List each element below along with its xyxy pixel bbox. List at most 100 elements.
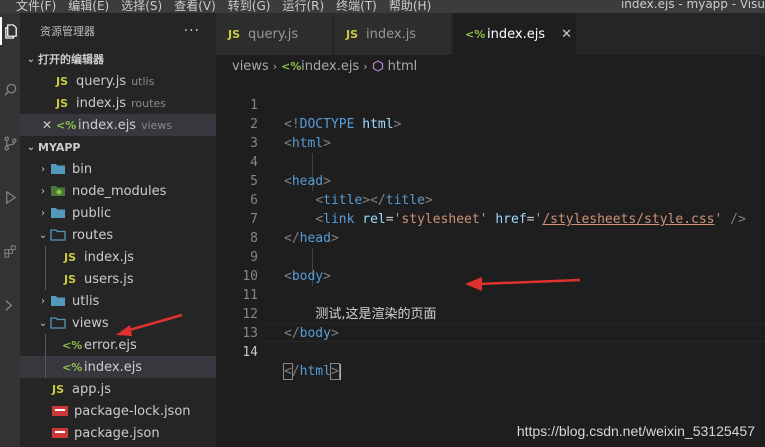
menu-run[interactable]: 运行(R): [282, 0, 324, 13]
breadcrumb: views › <% index.ejs › html: [216, 55, 765, 77]
open-editors-title: 打开的编辑器: [38, 53, 104, 66]
tree-file-active[interactable]: <% index.ejs: [20, 356, 216, 378]
tree-file[interactable]: JS users.js: [20, 268, 216, 290]
open-editor-folder: routes: [131, 96, 166, 110]
code-line: 2 <html>: [216, 96, 765, 151]
menu-terminal[interactable]: 终端(T): [336, 0, 377, 13]
tree-item-label: routes: [72, 227, 114, 243]
tree-item-label: index.js: [84, 249, 135, 265]
chevron-right-icon: ›: [41, 295, 45, 307]
search-icon[interactable]: [0, 75, 20, 103]
chevron-right-icon: ›: [41, 163, 45, 175]
menu-help[interactable]: 帮助(H): [389, 0, 431, 13]
menu-go[interactable]: 转到(G): [228, 0, 271, 13]
breadcrumb-folder[interactable]: views: [232, 59, 269, 74]
npm-icon: [52, 406, 68, 416]
open-editor-item[interactable]: JS query.js utlis: [20, 70, 216, 92]
tree-item-label: utlis: [72, 293, 100, 309]
tree-folder[interactable]: › node_modules: [20, 180, 216, 202]
menu-selection[interactable]: 选择(S): [121, 0, 162, 13]
tree-item-label: node_modules: [72, 183, 167, 199]
tree-folder[interactable]: › bin: [20, 158, 216, 180]
js-file-icon: JS: [64, 272, 77, 286]
remote-explorer-icon[interactable]: [0, 291, 20, 319]
explorer-icon[interactable]: [0, 17, 20, 45]
code-line: 4 <head>: [216, 134, 765, 189]
chevron-right-icon: ›: [363, 59, 368, 73]
chevron-right-icon: ›: [272, 59, 278, 73]
project-header[interactable]: ⌄ MYAPP: [20, 136, 216, 158]
tab-index-js[interactable]: JS index.js: [334, 13, 452, 55]
code-line: 8: [216, 210, 765, 246]
js-file-icon: JS: [52, 382, 65, 396]
extensions-icon[interactable]: [0, 237, 20, 265]
explorer-title: 资源管理器: [40, 24, 95, 38]
code-line: 7 </head>: [216, 191, 765, 246]
ejs-file-icon: <%: [62, 338, 83, 352]
tree-item-label: views: [72, 315, 109, 331]
tree-file[interactable]: JS index.js: [20, 246, 216, 268]
open-editors-header[interactable]: ⌄ 打开的编辑器: [20, 48, 216, 70]
tab-label: query.js: [248, 26, 299, 42]
tree-item-label: public: [72, 205, 112, 221]
menu-file[interactable]: 文件(F): [16, 0, 56, 13]
close-icon[interactable]: ✕: [40, 118, 54, 132]
code-line: 10: [216, 248, 765, 284]
run-debug-icon[interactable]: [0, 183, 20, 211]
open-editor-item[interactable]: JS index.js routes: [20, 92, 216, 114]
line-number: 14: [242, 345, 258, 360]
text-cursor: [338, 363, 341, 380]
code-line-current: 14 </html>: [216, 324, 765, 380]
window-title: index.ejs - myapp - Visu: [620, 0, 765, 11]
editor-tab-bar: JS query.js JS index.js <% index.ejs ✕: [216, 13, 765, 55]
annotation-arrow-views: [116, 313, 183, 336]
tree-folder-open[interactable]: ⌄ routes: [20, 224, 216, 246]
breadcrumb-file[interactable]: index.ejs: [301, 59, 359, 74]
folder-icon: [51, 208, 65, 218]
code-line: 1 <!DOCTYPE html>: [216, 77, 765, 132]
code-line: 3: [216, 115, 765, 151]
code-line: 5 <title></title>: [216, 153, 765, 208]
explorer-sidebar: 资源管理器 ··· ⌄ 打开的编辑器 JS query.js utlis JS …: [20, 13, 216, 447]
code-editor[interactable]: 1 <!DOCTYPE html> 2 <html> 3 4 <head> 5 …: [216, 77, 765, 447]
chevron-down-icon: ⌄: [38, 229, 48, 241]
chevron-down-icon: ⌄: [26, 141, 36, 153]
tree-item-label: bin: [72, 161, 93, 177]
open-editor-folder: views: [141, 118, 173, 132]
open-editor-folder: utlis: [131, 74, 155, 88]
tree-file[interactable]: JS app.js: [20, 378, 216, 400]
tree-item-label: users.js: [84, 271, 134, 287]
ejs-file-icon: <%: [465, 27, 486, 41]
tree-file[interactable]: package.json: [20, 422, 216, 444]
open-editor-item-active[interactable]: ✕ <% index.ejs views: [20, 114, 216, 136]
explorer-header: 资源管理器 ···: [20, 13, 216, 48]
code-line: 9 <body>: [216, 229, 765, 284]
js-file-icon: JS: [64, 250, 77, 264]
source-control-icon[interactable]: [0, 129, 20, 157]
chevron-right-icon: ›: [41, 185, 45, 197]
node-folder-icon: [51, 186, 65, 196]
code-line: 13: [216, 305, 765, 341]
tree-file[interactable]: package-lock.json: [20, 400, 216, 422]
ejs-file-icon: <%: [56, 118, 77, 132]
chevron-down-icon: ⌄: [38, 317, 48, 329]
chevron-right-icon: ›: [41, 207, 45, 219]
menu-edit[interactable]: 编辑(E): [68, 0, 109, 13]
menu-view[interactable]: 查看(V): [174, 0, 216, 13]
breadcrumb-symbol[interactable]: html: [388, 59, 418, 74]
tree-folder[interactable]: › utlis: [20, 290, 216, 312]
tab-label: index.js: [366, 26, 417, 42]
tab-query-js[interactable]: JS query.js: [216, 13, 333, 55]
js-file-icon: JS: [228, 27, 241, 41]
annotation-arrow-body-text: [465, 277, 581, 291]
more-actions-icon[interactable]: ···: [184, 23, 200, 39]
close-icon[interactable]: ✕: [561, 27, 572, 42]
open-editor-name: query.js: [76, 73, 127, 89]
tab-index-ejs[interactable]: <% index.ejs ✕: [453, 13, 577, 55]
menu-bar: 文件(F) 编辑(E) 选择(S) 查看(V) 转到(G) 运行(R) 终端(T…: [16, 0, 431, 13]
activity-bar: [0, 13, 20, 447]
npm-icon: [52, 428, 68, 438]
js-file-icon: JS: [56, 96, 69, 110]
tab-label: index.ejs: [487, 26, 546, 42]
tree-folder[interactable]: › public: [20, 202, 216, 224]
